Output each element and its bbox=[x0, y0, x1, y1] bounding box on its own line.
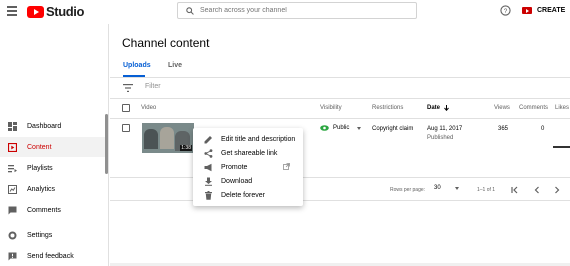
video-options-menu: Edit title and description Get shareable… bbox=[193, 128, 303, 206]
row-checkbox[interactable] bbox=[122, 124, 130, 132]
divider bbox=[110, 200, 570, 201]
share-icon bbox=[203, 148, 213, 158]
logo-text: Studio bbox=[46, 4, 85, 19]
video-thumbnail[interactable]: 1:38 bbox=[142, 123, 194, 153]
column-header-visibility[interactable]: Visibility bbox=[320, 105, 342, 111]
column-header-restrictions[interactable]: Restrictions bbox=[372, 105, 403, 111]
svg-text:?: ? bbox=[504, 8, 508, 15]
rows-per-page-value: 30 bbox=[434, 185, 441, 191]
filter-icon[interactable] bbox=[123, 84, 133, 92]
rows-per-page-label: Rows per page: bbox=[390, 187, 426, 193]
comments-icon bbox=[7, 205, 17, 215]
megaphone-icon bbox=[203, 162, 213, 172]
column-header-comments[interactable]: Comments bbox=[519, 105, 548, 111]
search-box[interactable] bbox=[177, 2, 417, 19]
eye-icon bbox=[320, 125, 329, 131]
column-header-date[interactable]: Date bbox=[427, 105, 449, 111]
views-value: 365 bbox=[498, 126, 509, 132]
main-content: Channel content Uploads Live Filter Vide… bbox=[110, 24, 570, 266]
content-icon bbox=[7, 142, 17, 152]
divider bbox=[110, 177, 570, 178]
menu-item-download[interactable]: Download bbox=[193, 174, 303, 188]
search-icon bbox=[186, 6, 194, 15]
menu-item-edit-title[interactable]: Edit title and description bbox=[193, 132, 303, 146]
date-value: Aug 11, 2017 bbox=[427, 126, 463, 132]
page-range: 1–1 of 1 bbox=[477, 187, 496, 193]
sidebar-item-label: Playlists bbox=[27, 164, 53, 172]
visibility-value: Public bbox=[333, 125, 350, 131]
help-icon[interactable]: ? bbox=[500, 5, 511, 16]
first-page-icon[interactable] bbox=[510, 185, 520, 195]
menu-item-delete-forever[interactable]: Delete forever bbox=[193, 188, 303, 202]
sidebar-item-label: Comments bbox=[27, 206, 61, 214]
video-camera-icon bbox=[522, 7, 532, 14]
sidebar-item-content[interactable]: Content bbox=[0, 137, 106, 157]
sidebar-item-label: Send feedback bbox=[27, 252, 74, 260]
restriction-value[interactable]: Copyright claim bbox=[372, 126, 413, 132]
menu-item-label: Delete forever bbox=[221, 191, 265, 199]
top-bar: Studio ? CREATE bbox=[0, 0, 570, 24]
tab-live[interactable]: Live bbox=[168, 62, 182, 69]
dashboard-icon bbox=[7, 121, 17, 131]
menu-item-label: Get shareable link bbox=[221, 149, 278, 157]
rows-per-page-select[interactable]: 30 bbox=[434, 185, 459, 191]
pencil-icon bbox=[203, 134, 213, 144]
sidebar-item-label: Content bbox=[27, 143, 52, 151]
sidebar: Dashboard Content Playlists Analytics Co… bbox=[0, 24, 109, 266]
sidebar-item-playlists[interactable]: Playlists bbox=[0, 158, 106, 178]
sidebar-item-label: Dashboard bbox=[27, 122, 62, 130]
divider bbox=[110, 98, 570, 99]
menu-item-label: Edit title and description bbox=[221, 135, 296, 143]
column-header-video: Video bbox=[141, 105, 157, 111]
playlists-icon bbox=[7, 163, 17, 173]
external-link-icon bbox=[283, 162, 290, 172]
sidebar-item-label: Settings bbox=[27, 231, 53, 239]
filter-input[interactable]: Filter bbox=[145, 83, 161, 90]
date-status: Published bbox=[427, 135, 454, 141]
settings-icon bbox=[7, 230, 17, 240]
video-duration: 1:38 bbox=[180, 145, 192, 151]
sort-down-icon bbox=[444, 105, 449, 111]
menu-item-label: Download bbox=[221, 177, 253, 185]
visibility-dropdown[interactable]: Public bbox=[320, 125, 362, 131]
chevron-down-icon bbox=[454, 186, 459, 190]
likes-bar bbox=[553, 146, 570, 148]
search-input[interactable] bbox=[200, 7, 400, 14]
divider bbox=[110, 118, 570, 119]
sidebar-item-label: Analytics bbox=[27, 185, 56, 193]
download-icon bbox=[203, 176, 213, 186]
sidebar-scrollbar[interactable] bbox=[105, 114, 108, 174]
next-page-icon[interactable] bbox=[552, 185, 562, 195]
sidebar-item-comments[interactable]: Comments bbox=[0, 200, 106, 220]
studio-logo[interactable]: Studio bbox=[27, 4, 84, 19]
menu-item-label: Promote bbox=[221, 163, 248, 171]
sidebar-item-analytics[interactable]: Analytics bbox=[0, 179, 106, 199]
menu-item-share-link[interactable]: Get shareable link bbox=[193, 146, 303, 160]
select-all-checkbox[interactable] bbox=[122, 104, 130, 112]
column-header-date-label: Date bbox=[427, 105, 441, 111]
tab-uploads[interactable]: Uploads bbox=[123, 62, 151, 69]
comments-value: 0 bbox=[541, 126, 545, 132]
chevron-down-icon bbox=[357, 126, 362, 130]
sidebar-item-dashboard[interactable]: Dashboard bbox=[0, 116, 106, 136]
column-header-likes[interactable]: Likes bbox=[555, 105, 569, 111]
youtube-logo-icon bbox=[27, 5, 44, 18]
analytics-icon bbox=[7, 184, 17, 194]
create-button[interactable]: CREATE bbox=[518, 3, 569, 18]
sidebar-item-send-feedback[interactable]: Send feedback bbox=[0, 246, 106, 266]
feedback-icon bbox=[7, 251, 17, 261]
prev-page-icon[interactable] bbox=[532, 185, 542, 195]
trash-icon bbox=[203, 190, 213, 200]
page-title: Channel content bbox=[122, 36, 210, 50]
create-label: CREATE bbox=[537, 7, 566, 14]
menu-item-promote[interactable]: Promote bbox=[193, 160, 303, 174]
menu-icon[interactable] bbox=[7, 6, 17, 16]
sidebar-item-settings[interactable]: Settings bbox=[0, 225, 106, 245]
column-header-views[interactable]: Views bbox=[494, 105, 510, 111]
divider bbox=[110, 77, 570, 78]
